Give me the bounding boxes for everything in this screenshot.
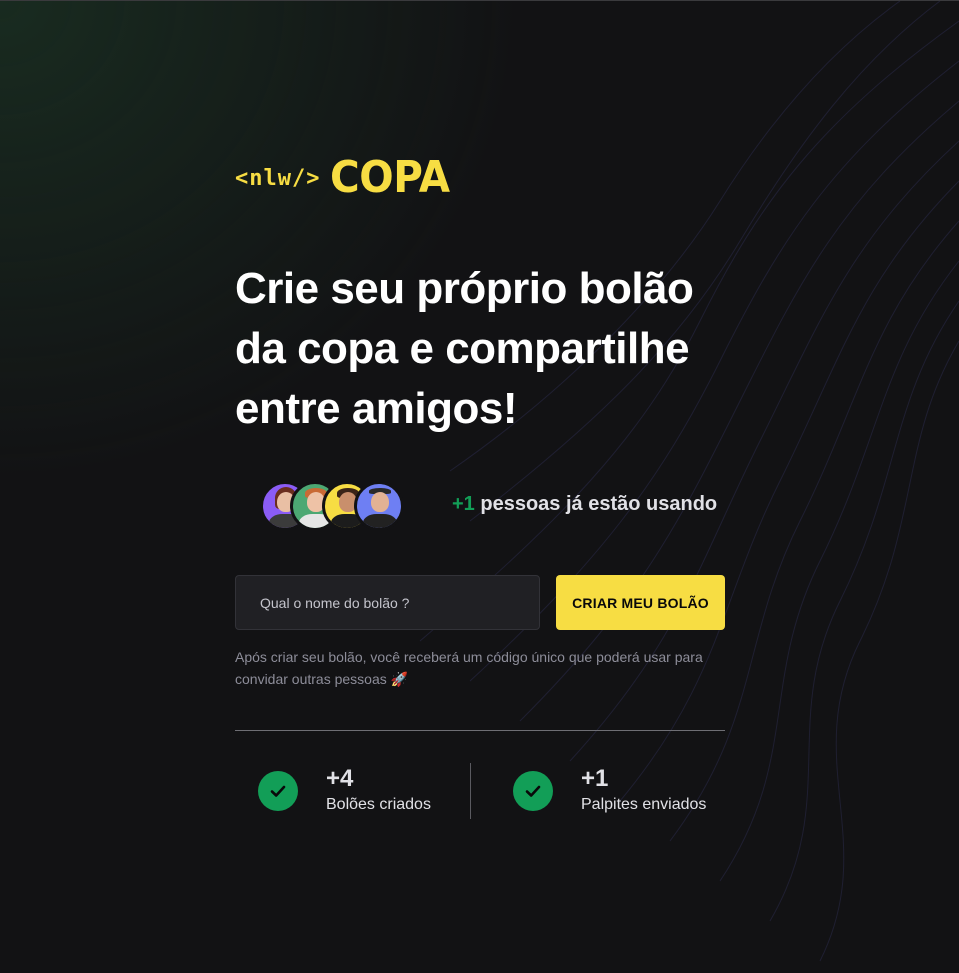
- pool-name-input[interactable]: [235, 575, 540, 630]
- section-divider: [235, 730, 725, 731]
- stat-pools-created: +4 Bolões criados: [258, 765, 431, 817]
- users-count-text: +1 pessoas já estão usando: [452, 493, 717, 516]
- background-wave-lines: [419, 1, 959, 962]
- hero-line-1: Crie seu próprio bolão: [235, 264, 694, 313]
- logo-copa-text: COPA: [330, 152, 451, 203]
- hero-line-3: entre amigos!: [235, 384, 518, 433]
- user-avatars-group: [260, 481, 420, 531]
- stats-divider: [470, 763, 471, 819]
- check-icon: [258, 771, 298, 811]
- hero-line-2: da copa e compartilhe: [235, 324, 690, 373]
- check-icon: [513, 771, 553, 811]
- stat-guesses-sent: +1 Palpites enviados: [513, 765, 706, 817]
- create-pool-button[interactable]: CRIAR MEU BOLÃO: [556, 575, 725, 630]
- stat-guesses-value: +1: [581, 765, 609, 792]
- stat-pools-label: Bolões criados: [326, 796, 431, 813]
- stat-guesses-label: Palpites enviados: [581, 796, 707, 813]
- users-count-number: +1: [452, 493, 475, 515]
- logo-nlw-text: <nlw/>: [235, 165, 321, 191]
- users-count-label: pessoas já estão usando: [480, 493, 718, 515]
- avatar: [354, 481, 404, 531]
- nlw-copa-logo: <nlw/> COPA: [235, 155, 460, 201]
- helper-text: Após criar seu bolão, você receberá um c…: [235, 649, 703, 687]
- hero-headline: Crie seu próprio bolão da copa e compart…: [235, 259, 755, 439]
- stat-pools-value: +4: [326, 765, 354, 792]
